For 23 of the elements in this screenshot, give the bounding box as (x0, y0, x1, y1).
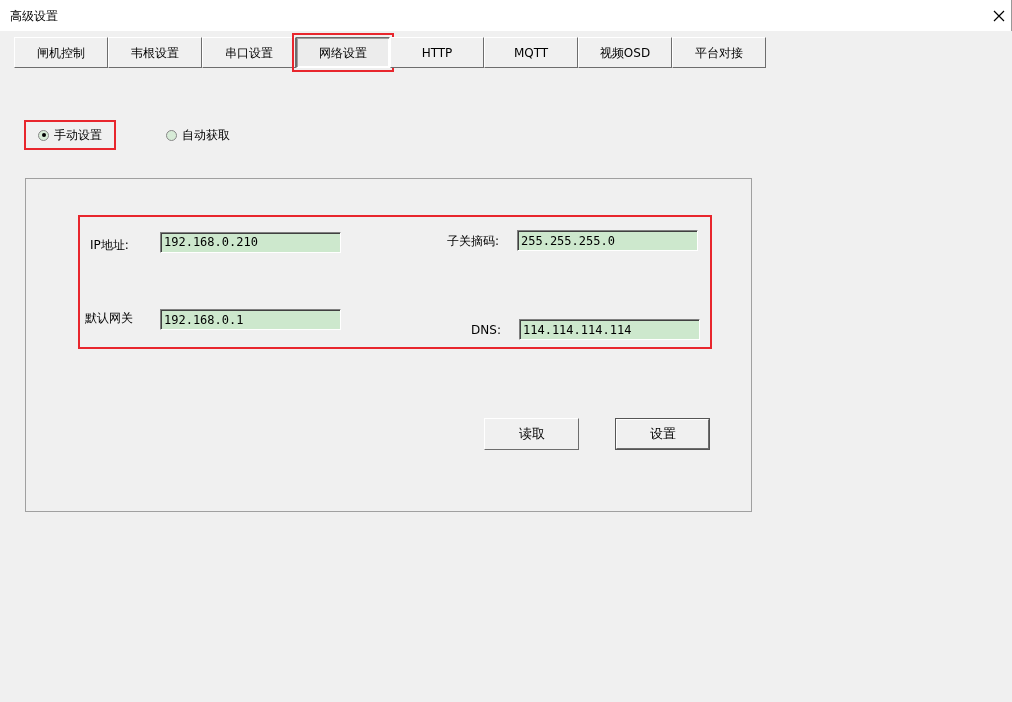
radio-option[interactable]: 自动获取 (154, 122, 242, 148)
tab[interactable]: 视频OSD (578, 37, 672, 68)
field-label: DNS: (470, 321, 501, 339)
input-field[interactable]: 192.168.0.1 (160, 309, 341, 330)
radio-option[interactable]: 手动设置 (26, 122, 114, 148)
field-label: 子关摘码: (445, 232, 499, 250)
close-icon[interactable] (993, 9, 1005, 22)
field-label: 默认网关 (84, 310, 134, 327)
button[interactable]: 读取 (484, 418, 579, 450)
field-label: IP地址: (89, 237, 130, 254)
tab[interactable]: HTTP (390, 37, 484, 68)
tab[interactable]: 平台对接 (672, 37, 766, 68)
tab[interactable]: MQTT (484, 37, 578, 68)
tab[interactable]: 韦根设置 (108, 37, 202, 68)
radio-button[interactable] (166, 129, 177, 141)
tab[interactable]: 闸机控制 (14, 37, 108, 68)
input-field[interactable]: 114.114.114.114 (519, 319, 700, 340)
tab[interactable]: 串口设置 (202, 37, 296, 68)
input-field[interactable]: 255.255.255.0 (517, 230, 698, 251)
window-title: 高级设置 (10, 7, 58, 25)
button[interactable]: 设置 (615, 418, 710, 450)
input-field[interactable]: 192.168.0.210 (160, 231, 341, 253)
radio-button[interactable] (38, 129, 49, 141)
